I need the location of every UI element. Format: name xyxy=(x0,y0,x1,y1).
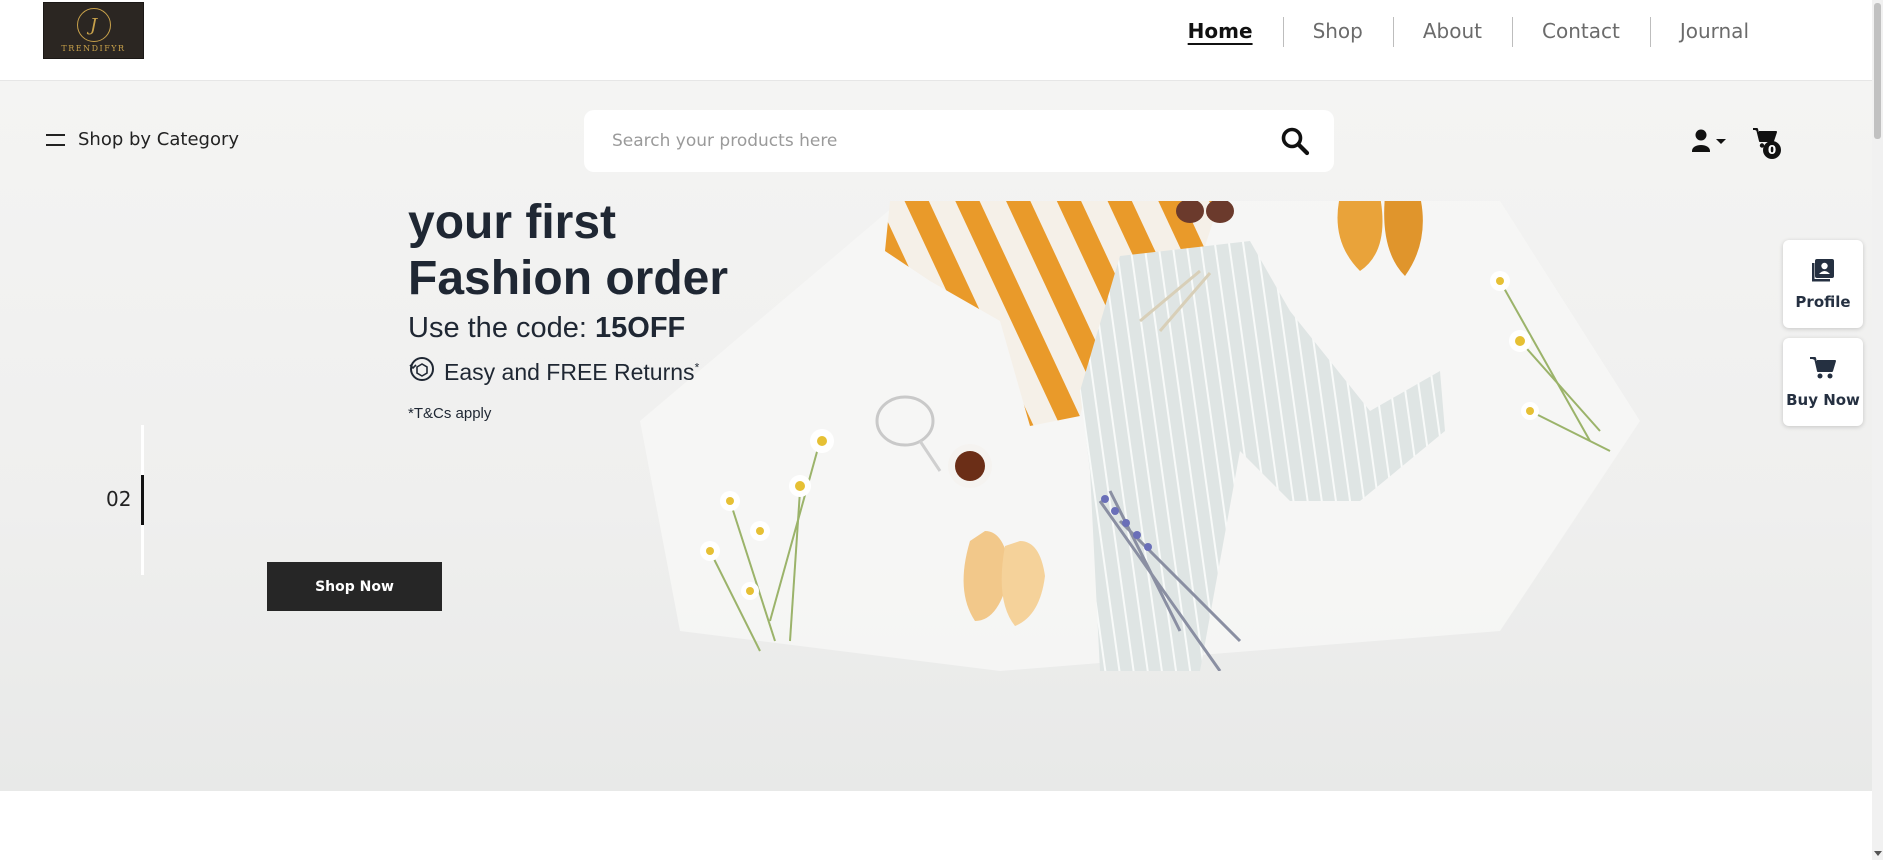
search-input[interactable] xyxy=(612,110,1252,172)
buy-now-widget-label: Buy Now xyxy=(1786,391,1860,409)
shop-now-button[interactable]: Shop Now xyxy=(267,562,442,611)
promo-code-text: Use the code: 15OFF xyxy=(408,312,728,345)
hero-banner: Shop by Category 0 xyxy=(0,81,1872,791)
promo-headline-line2: Fashion order xyxy=(408,252,729,305)
profile-widget-label: Profile xyxy=(1795,293,1851,311)
search-icon[interactable] xyxy=(1280,126,1310,156)
hero-product-image xyxy=(640,201,1640,671)
nav-contact[interactable]: Contact xyxy=(1512,17,1650,47)
returns-icon xyxy=(408,355,436,389)
brand-logo[interactable]: J TRENDIFYR xyxy=(43,2,144,59)
returns-text: Easy and FREE Returns* xyxy=(444,359,699,386)
promo-headline-line1: your first xyxy=(408,196,617,249)
menu-icon xyxy=(46,133,65,146)
promo-text-block: your first Fashion order Use the code: 1… xyxy=(408,196,728,422)
slide-number: 02 xyxy=(106,487,132,511)
shop-by-category-label: Shop by Category xyxy=(78,129,240,150)
slide-progress-active xyxy=(141,475,144,525)
nav-journal[interactable]: Journal xyxy=(1649,17,1779,47)
cart-icon[interactable]: 0 xyxy=(1752,127,1786,161)
logo-emblem: J xyxy=(76,8,111,42)
profile-widget[interactable]: Profile xyxy=(1783,240,1863,328)
nav-shop[interactable]: Shop xyxy=(1282,17,1393,47)
scrollbar-thumb[interactable] xyxy=(1874,3,1881,139)
user-dropdown-icon[interactable] xyxy=(1692,129,1730,155)
cart-count-badge: 0 xyxy=(1763,141,1781,159)
slide-progress-bar[interactable] xyxy=(141,425,144,575)
returns-label: Easy and FREE Returns xyxy=(444,358,695,385)
nav-home[interactable]: Home xyxy=(1158,19,1283,43)
main-nav: Home Shop About Contact Journal xyxy=(1158,0,1779,62)
shop-by-category-button[interactable]: Shop by Category xyxy=(46,129,239,150)
search-bar xyxy=(584,110,1334,172)
profile-icon xyxy=(1810,257,1836,287)
logo-wordmark: TRENDIFYR xyxy=(61,44,126,53)
cart-icon xyxy=(1809,355,1837,385)
buy-now-widget[interactable]: Buy Now xyxy=(1783,338,1863,426)
page-scrollbar[interactable] xyxy=(1872,0,1883,860)
nav-about[interactable]: About xyxy=(1392,17,1512,47)
scroll-down-arrow-icon[interactable] xyxy=(1874,851,1882,856)
top-navbar: J TRENDIFYR Home Shop About Contact Jour… xyxy=(0,0,1872,81)
returns-info: Easy and FREE Returns* xyxy=(408,355,728,389)
promo-code-value: 15OFF xyxy=(595,312,686,344)
terms-note: *T&Cs apply xyxy=(408,405,492,422)
returns-asterisk: * xyxy=(694,359,700,374)
promo-code-prefix: Use the code: xyxy=(408,312,595,344)
